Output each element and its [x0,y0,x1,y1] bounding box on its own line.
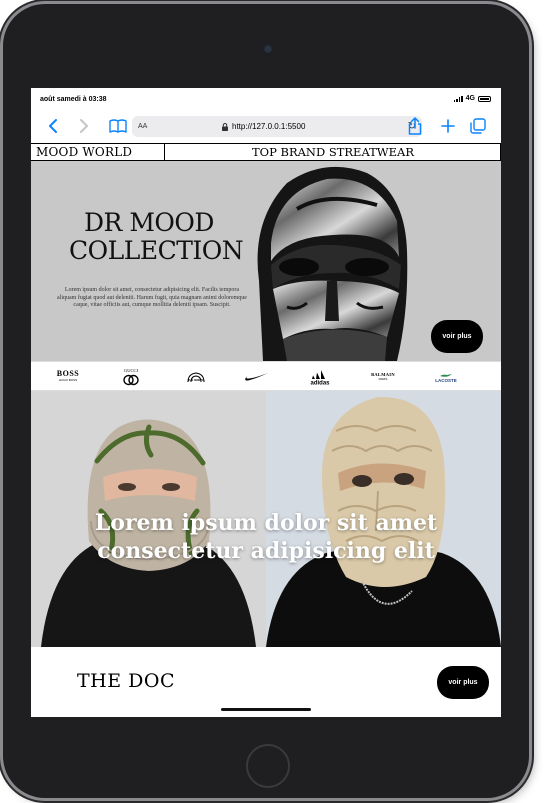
brand-lacoste-label: LACOSTE [435,377,457,383]
tabs-overview-icon[interactable] [469,116,487,136]
tablet-frame: août samedi à 03:38 4G AA http://127.0.0… [3,4,529,798]
gucci-logo-icon: GUCCI [123,368,139,385]
device-screen: août samedi à 03:38 4G AA http://127.0.0… [31,88,501,717]
status-bar: août samedi à 03:38 4G [31,88,501,110]
share-icon[interactable] [407,116,423,136]
nike-swoosh-icon [245,372,268,381]
brand-boss-sublabel: HUGO BOSS [58,377,78,382]
home-indicator [221,708,311,711]
address-bar[interactable]: AA http://127.0.0.1:5500 ↻ [132,116,422,137]
brand-adidas[interactable]: adidas [305,362,335,391]
browser-toolbar: AA http://127.0.0.1:5500 ↻ [31,110,501,142]
crocodile-icon [439,373,452,377]
svg-text:adidas: adidas [310,380,330,385]
signal-icon [453,95,463,102]
svg-text:THE NORTH: THE NORTH [188,378,204,382]
brand-boss-label: BOSS [56,368,80,378]
brand-boss[interactable]: BOSS HUGO BOSS [51,362,85,391]
metal-mask-image [257,166,408,361]
brand-the-north-face[interactable]: THE NORTH [183,362,209,391]
hero-description: Lorem ipsum dolor sit amet, consectetur … [57,287,247,308]
site-header: MOOD WORLD TOP BRAND STREATWEAR [31,143,501,161]
hero-title-line1: DR MOOD [84,208,214,237]
brand-logos-strip: BOSS HUGO BOSS GUCCI THE NORTH adidas BA… [31,361,501,391]
hero-title: DR MOOD COLLECTION [69,208,244,265]
gallery-overlay-text: Lorem ipsum dolor sit amet consectetur a… [94,510,438,564]
url-display: http://127.0.0.1:5500 [222,122,305,131]
hero-voir-plus-button[interactable]: voir plus [431,320,483,353]
brand-gucci[interactable]: GUCCI [117,362,145,391]
battery-icon [478,95,491,102]
brand-balmain[interactable]: BALMAIN PARIS [367,362,399,391]
new-tab-icon[interactable] [439,116,457,136]
header-edge [500,144,501,161]
adidas-logo-icon: adidas [310,369,330,385]
network-label: 4G [465,95,475,102]
brand-lacoste[interactable]: LACOSTE [429,362,463,391]
front-camera [263,44,273,54]
status-indicators: 4G [453,95,491,102]
hero-banner: DR MOOD COLLECTION Lorem ipsum dolor sit… [31,161,501,361]
status-time: août samedi à 03:38 [40,96,107,103]
svg-text:GUCCI: GUCCI [124,368,139,373]
balaclava-gallery: Lorem ipsum dolor sit amet consectetur a… [31,391,501,647]
site-logo[interactable]: MOOD WORLD [36,145,132,159]
home-button[interactable] [246,744,290,788]
bookmarks-icon[interactable] [107,116,129,136]
the-doc-section: THE DOC voir plus [31,647,501,717]
back-icon[interactable] [45,116,61,136]
brand-balmain-label: BALMAIN [371,371,395,377]
lock-icon [222,122,228,131]
brand-balmain-sublabel: PARIS [378,376,388,381]
north-face-logo-icon: THE NORTH [187,371,205,382]
url-text: http://127.0.0.1:5500 [232,122,306,131]
site-tagline: TOP BRAND STREATWEAR [252,145,414,159]
brand-nike[interactable] [241,362,271,391]
text-size-button[interactable]: AA [138,123,147,130]
the-doc-title: THE DOC [77,670,175,692]
forward-icon[interactable] [76,116,92,136]
doc-voir-plus-button[interactable]: voir plus [437,666,489,699]
hero-title-line2: COLLECTION [69,236,244,265]
